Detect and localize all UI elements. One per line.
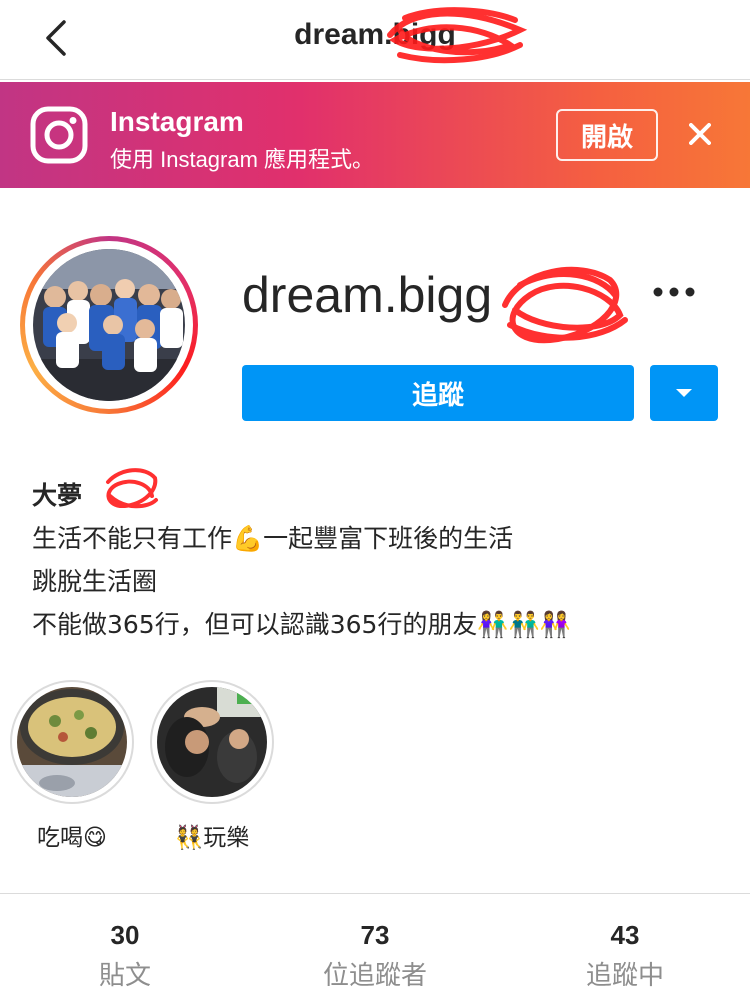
profile-stats-bar: 30 貼文 73 位追蹤者 43 追蹤中 <box>0 893 750 1005</box>
page-title: dream.bigg <box>294 18 456 51</box>
following-count: 43 <box>610 920 640 950</box>
bio-line: 生活不能只有工作💪一起豐富下班後的生活 <box>32 524 514 553</box>
highlight-ring <box>10 680 134 804</box>
party-photo <box>157 687 267 797</box>
followers-count: 73 <box>360 920 390 950</box>
profile-avatar-story-ring[interactable] <box>20 236 198 414</box>
redaction-scribble <box>106 468 158 509</box>
open-app-button[interactable]: 開啟 <box>556 109 658 161</box>
posts-count: 30 <box>110 920 140 950</box>
followers-stat[interactable]: 73 位追蹤者 <box>250 920 500 992</box>
following-stat[interactable]: 43 追蹤中 <box>500 920 750 992</box>
suggested-accounts-button[interactable] <box>650 365 718 421</box>
bio-line: 跳脫生活圈 <box>32 567 158 596</box>
food-photo <box>17 687 127 797</box>
follow-button[interactable]: 追蹤 <box>242 365 634 421</box>
posts-stat: 30 貼文 <box>0 920 250 992</box>
highlight-ring <box>150 680 274 804</box>
posts-label: 貼文 <box>98 961 151 991</box>
close-icon <box>689 123 711 145</box>
highlight-label: 👯玩樂 <box>174 825 250 851</box>
close-banner-button[interactable] <box>678 112 722 156</box>
highlight-label: 吃喝😋 <box>37 825 107 851</box>
top-nav-bar: dream.bigg <box>0 0 750 80</box>
followers-label: 位追蹤者 <box>322 961 427 991</box>
avatar <box>33 249 185 401</box>
banner-title: Instagram <box>110 106 244 137</box>
redaction-scribble <box>502 266 628 344</box>
redaction-scribble <box>387 7 528 64</box>
caret-down-icon <box>676 389 692 397</box>
profile-username: dream.bigg <box>242 267 493 323</box>
highlight-item[interactable]: 👯玩樂 <box>150 680 274 852</box>
more-options-button[interactable] <box>644 270 704 314</box>
bio-line: 不能做365行，但可以認識365行的朋友👫👬👭 <box>32 610 571 639</box>
more-horizontal-icon <box>653 287 695 297</box>
highlight-thumbnail <box>17 687 127 797</box>
highlight-thumbnail <box>157 687 267 797</box>
instagram-logo-icon <box>30 106 88 164</box>
group-photo <box>33 249 185 401</box>
open-app-banner: Instagram 使用 Instagram 應用程式。 開啟 <box>0 82 750 188</box>
banner-subtitle: 使用 Instagram 應用程式。 <box>110 147 375 172</box>
highlight-item[interactable]: 吃喝😋 <box>10 680 134 852</box>
following-label: 追蹤中 <box>585 961 664 991</box>
